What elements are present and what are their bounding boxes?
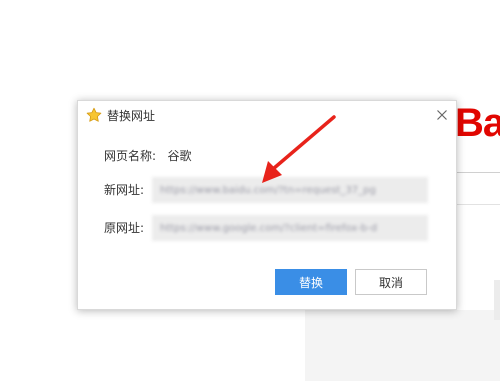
background-scroll-edge [494, 280, 500, 320]
baidu-logo: Ba [455, 101, 500, 145]
replace-url-dialog: 替换网址 网页名称: 谷歌 新网址: 原网址: 替换 取消 [77, 100, 457, 310]
page-name-row: 网页名称: 谷歌 [104, 149, 192, 163]
page-name-value: 谷歌 [167, 149, 192, 163]
new-url-field[interactable] [152, 177, 428, 203]
close-icon[interactable] [434, 107, 450, 123]
cancel-button[interactable]: 取消 [355, 269, 427, 295]
search-box-border-bottom [455, 204, 500, 205]
original-url-field[interactable] [152, 215, 428, 241]
search-box-border [455, 172, 500, 173]
dialog-titlebar: 替换网址 [78, 101, 456, 131]
replace-button[interactable]: 替换 [275, 269, 347, 295]
page-name-label: 网页名称: [104, 149, 157, 163]
background-panel [305, 310, 500, 381]
original-url-label: 原网址: [104, 221, 145, 235]
dialog-title: 替换网址 [107, 109, 156, 123]
star-icon [86, 107, 102, 123]
new-url-label: 新网址: [104, 183, 145, 197]
